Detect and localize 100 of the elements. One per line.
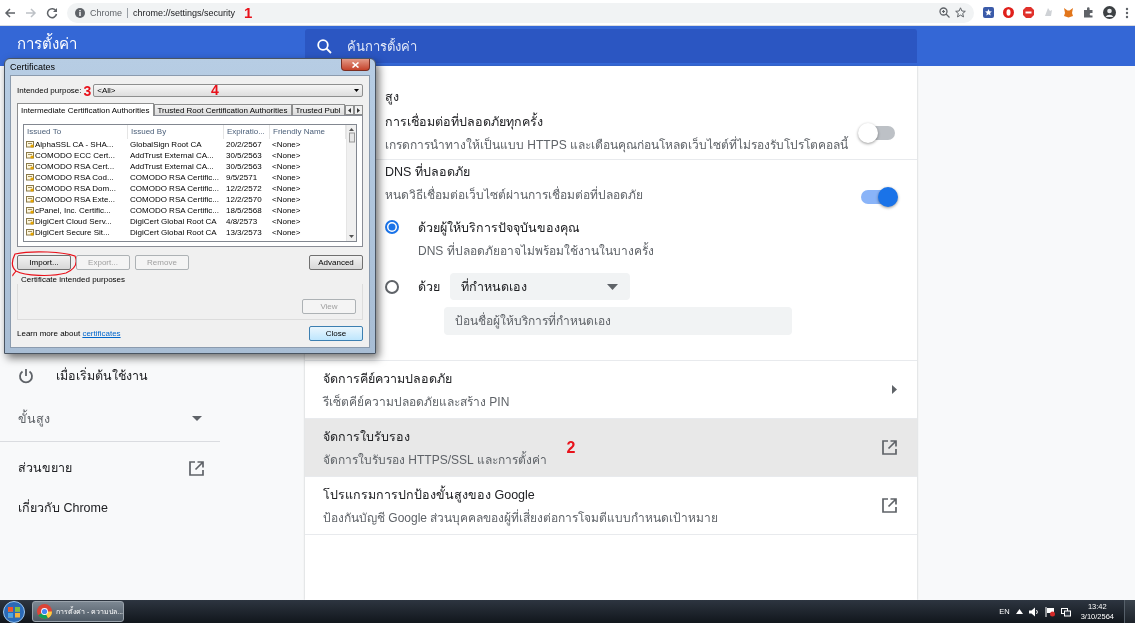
annotation-number: 3 bbox=[83, 83, 92, 98]
certificate-list[interactable] bbox=[23, 124, 357, 242]
column-header[interactable]: Friendly Name bbox=[270, 125, 346, 139]
dialog-button[interactable]: Import... bbox=[17, 255, 71, 270]
table-cell: COMODO ECC Cert... bbox=[35, 150, 115, 161]
row-title: DNS ที่ปลอดภัย bbox=[385, 162, 471, 181]
tab[interactable]: Intermediate Certification Authorities bbox=[17, 103, 154, 116]
caret-icon bbox=[192, 416, 202, 421]
external-link-icon bbox=[882, 440, 897, 455]
settings-row[interactable]: จัดการใบรับรอง จัดการใบรับรอง HTTPS/SSL และการตั้งค่า 2 bbox=[305, 419, 917, 477]
arrow-right-icon bbox=[356, 107, 360, 113]
volume-icon[interactable] bbox=[1028, 606, 1039, 617]
row-title: การเชื่อมต่อที่ปลอดภัยทุกครั้ง bbox=[385, 111, 544, 132]
section-title: สูง bbox=[385, 90, 399, 104]
table-cell: COMODO RSA Dom... bbox=[35, 183, 116, 194]
reload-icon[interactable] bbox=[46, 6, 58, 19]
scroll-thumb[interactable] bbox=[348, 132, 355, 143]
back-icon[interactable] bbox=[4, 6, 16, 19]
scroll-right-button[interactable] bbox=[353, 105, 363, 115]
provider-input-field[interactable]: ป้อนชื่อผู้ให้บริการที่กำหนดเอง bbox=[444, 307, 792, 335]
row-subtitle: จัดการใบรับรอง HTTPS/SSL และการตั้งค่า bbox=[323, 450, 547, 469]
radio-button[interactable] bbox=[385, 220, 399, 234]
table-cell: COMODO RSA Certific... bbox=[130, 194, 219, 205]
network-icon[interactable] bbox=[1060, 606, 1071, 617]
power-icon bbox=[18, 368, 34, 384]
tray-expand-icon[interactable] bbox=[1015, 609, 1023, 614]
table-cell: AlphaSSL CA - SHA... bbox=[35, 139, 114, 150]
sidebar-item[interactable]: เกี่ยวกับ Chrome bbox=[0, 488, 220, 528]
annotation-number: 4 bbox=[211, 83, 219, 97]
site-info-icon bbox=[75, 7, 85, 18]
caret-icon bbox=[354, 89, 359, 92]
table-cell: COMODO RSA Cod... bbox=[35, 172, 114, 183]
table-cell: COMODO RSA Certific... bbox=[130, 205, 219, 216]
table-cell: <None> bbox=[272, 227, 301, 238]
chevron-right-icon bbox=[892, 385, 897, 394]
puzzle-icon[interactable] bbox=[1083, 7, 1094, 18]
provider-dropdown[interactable]: ที่กำหนดเอง bbox=[450, 273, 630, 300]
row-title: จัดการคีย์ความปลอดภัย bbox=[323, 370, 453, 388]
table-cell: COMODO RSA Certific... bbox=[130, 172, 219, 183]
option-title: ด้วยผู้ให้บริการปัจจุบันของคุณ bbox=[418, 220, 581, 238]
row-title: จัดการใบรับรอง bbox=[323, 428, 411, 446]
table-cell: GlobalSign Root CA bbox=[130, 139, 202, 150]
table-cell: 9/5/2571 bbox=[226, 172, 258, 183]
row-subtitle: ป้องกันบัญชี Google ส่วนบุคคลของผู้ที่เสี่ยงต่อการโจมตีแบบกำหนดเป้าหมาย bbox=[323, 508, 719, 527]
toggle-switch[interactable] bbox=[861, 190, 895, 204]
settings-row[interactable]: DNS ที่ปลอดภัย หนดวิธีเชื่อมต่อเว็บไซต์ผ่านการเชื่อมต่อที่ปลอดภัย bbox=[305, 160, 917, 210]
zoom-icon[interactable] bbox=[939, 7, 950, 18]
table-cell: DigiCert Secure Sit... bbox=[35, 227, 110, 238]
extension-icon[interactable] bbox=[1023, 7, 1034, 18]
table-cell: 13/3/2573 bbox=[226, 227, 262, 238]
table-cell: 20/2/2567 bbox=[226, 139, 262, 150]
arrow-left-icon bbox=[347, 107, 351, 113]
toggle-switch[interactable] bbox=[861, 125, 895, 140]
page-title: การตั้งค่า bbox=[17, 32, 77, 54]
star-icon[interactable] bbox=[955, 7, 966, 18]
extension-icon[interactable] bbox=[983, 7, 994, 18]
flag-icon[interactable] bbox=[1044, 606, 1055, 617]
site-label: Chrome bbox=[90, 7, 128, 18]
scrollbar[interactable] bbox=[346, 125, 356, 241]
column-header[interactable]: Expiratio... bbox=[224, 125, 270, 139]
table-cell: 12/2/2570 bbox=[226, 194, 262, 205]
extension-icon[interactable] bbox=[1003, 7, 1014, 18]
show-desktop-button[interactable] bbox=[1124, 600, 1135, 623]
certificate-icon bbox=[26, 196, 34, 203]
close-button[interactable] bbox=[341, 59, 370, 71]
sidebar-item[interactable]: ส่วนขยาย bbox=[0, 448, 220, 488]
chrome-icon bbox=[37, 604, 52, 619]
start-button[interactable] bbox=[2, 600, 26, 623]
table-cell: DigiCert Global Root CA bbox=[130, 216, 217, 227]
scroll-left-button[interactable] bbox=[344, 105, 354, 115]
scroll-down-icon[interactable] bbox=[349, 235, 354, 238]
sidebar-item[interactable]: ขั้นสูง bbox=[0, 396, 220, 442]
table-cell: 18/5/2568 bbox=[226, 205, 262, 216]
search-field[interactable]: ค้นการตั้งค่า bbox=[345, 37, 649, 55]
close-dialog-button[interactable]: Close bbox=[309, 326, 363, 341]
table-cell: cPanel, Inc. Certific... bbox=[35, 205, 111, 216]
radio-button[interactable] bbox=[385, 279, 399, 294]
table-cell: <None> bbox=[272, 150, 301, 161]
option-label: ด้วย bbox=[418, 278, 440, 296]
field-label: Intended purpose: bbox=[17, 86, 82, 95]
settings-row[interactable]: โปรแกรมการปกป้องขั้นสูงของ Google ป้องกันบัญชี Google ส่วนบุคคลของผู้ที่เสี่ยงต่อการโจมตีแบบกำหนดเป้าหมาย bbox=[305, 477, 917, 535]
search-icon bbox=[317, 38, 332, 54]
dialog-button[interactable]: Advanced bbox=[309, 255, 363, 270]
menu-icon[interactable] bbox=[1125, 6, 1129, 19]
extension-icon[interactable] bbox=[1063, 7, 1074, 18]
annotation-number: 1 bbox=[244, 4, 253, 21]
sidebar-item[interactable]: เมื่อเริ่มต้นใช้งาน bbox=[0, 356, 220, 396]
column-header[interactable]: Issued To bbox=[24, 125, 128, 139]
table-cell: DigiCert Global Root CA bbox=[130, 227, 217, 238]
row-subtitle: รีเซ็ตคีย์ความปลอดภัยและสร้าง PIN bbox=[323, 393, 510, 411]
avatar-icon[interactable] bbox=[1103, 6, 1116, 19]
address-bar[interactable]: Chrome chrome://settings/security 1 bbox=[67, 2, 974, 23]
certificate-icon bbox=[26, 152, 34, 159]
certificate-icon bbox=[26, 218, 34, 225]
table-cell: 30/5/2563 bbox=[226, 150, 262, 161]
caret-icon bbox=[607, 283, 618, 290]
url-text: chrome://settings/security bbox=[133, 7, 236, 18]
certificates-link[interactable]: certificates bbox=[82, 329, 121, 338]
table-cell: COMODO RSA Certific... bbox=[130, 183, 219, 194]
column-header[interactable]: Issued By bbox=[128, 125, 224, 139]
